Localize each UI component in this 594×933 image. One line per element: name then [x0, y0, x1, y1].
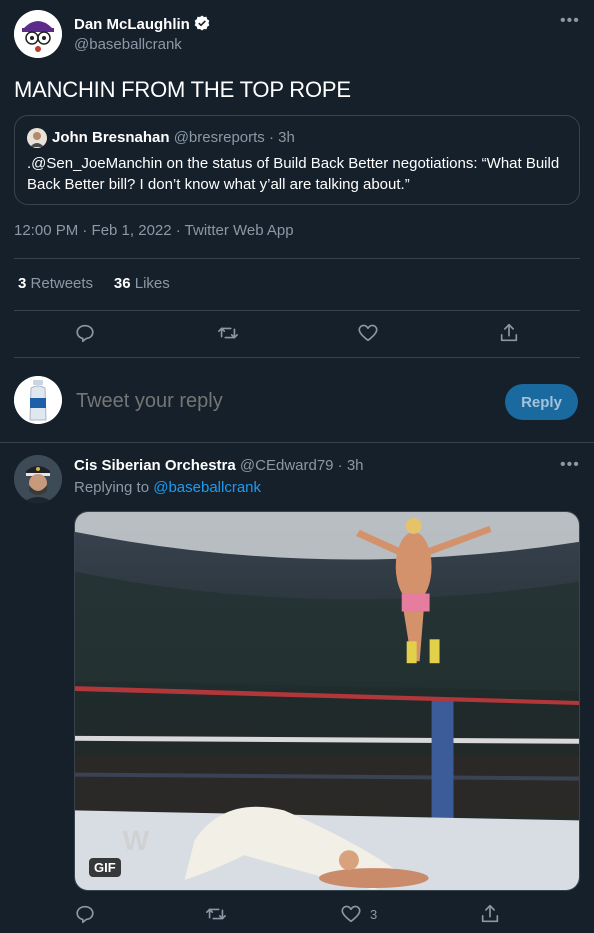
likes-stat[interactable]: 36 Likes [114, 275, 170, 292]
tweet-stats: 3 Retweets 36 Likes [18, 275, 170, 292]
replying-to-label: Replying to [74, 479, 150, 496]
reply-icon[interactable] [74, 903, 96, 925]
replying-to: Replying to @baseballcrank [74, 479, 261, 496]
retweets-stat[interactable]: 3 Retweets [18, 275, 93, 292]
author-avatar[interactable] [14, 10, 62, 58]
retweet-icon[interactable] [217, 322, 239, 344]
reply-button[interactable]: Reply [505, 384, 578, 420]
reply-author[interactable]: Cis Siberian Orchestra @CEdward79 · 3h [74, 457, 364, 474]
retweets-label: Retweets [30, 275, 94, 292]
likes-label: Likes [134, 275, 170, 292]
quoted-tweet[interactable]: John Bresnahan @bresreports · 3h .@Sen_J… [14, 115, 580, 205]
gif-media[interactable]: W GIF [74, 511, 580, 891]
reply-author-meta: @CEdward79 · 3h [239, 457, 364, 474]
reply-input[interactable] [76, 390, 476, 413]
retweets-count: 3 [18, 275, 27, 292]
reply-author-avatar[interactable] [14, 455, 62, 503]
like-icon[interactable] [357, 322, 379, 344]
tweet-text: MANCHIN FROM THE TOP ROPE [14, 77, 351, 102]
retweet-icon[interactable] [205, 903, 227, 925]
verified-badge-icon [194, 15, 210, 31]
quoted-author-name: John Bresnahan [52, 129, 170, 146]
quoted-author-meta: @bresreports · 3h [173, 129, 295, 146]
quoted-author-avatar [27, 128, 47, 148]
divider [14, 357, 580, 358]
reply-author-name: Cis Siberian Orchestra [74, 457, 236, 474]
like-icon[interactable] [340, 903, 362, 925]
share-icon[interactable] [479, 903, 501, 925]
author-handle[interactable]: @baseballcrank [74, 36, 182, 53]
more-options-icon[interactable]: ••• [560, 12, 580, 30]
reply-like-count: 3 [370, 907, 378, 922]
reply-icon[interactable] [74, 322, 96, 344]
gif-badge: GIF [89, 858, 121, 877]
more-options-icon[interactable]: ••• [560, 456, 580, 474]
quoted-author: John Bresnahan @bresreports · 3h [52, 129, 295, 146]
likes-count: 36 [113, 275, 131, 292]
author-name[interactable]: Dan McLaughlin [74, 15, 210, 33]
share-icon[interactable] [498, 322, 520, 344]
replying-to-handle[interactable]: @baseballcrank [153, 479, 261, 496]
svg-text:W: W [123, 825, 150, 856]
own-avatar[interactable] [14, 376, 62, 424]
author-name-text: Dan McLaughlin [74, 16, 190, 33]
quoted-tweet-text: .@Sen_JoeManchin on the status of Build … [27, 155, 560, 193]
divider [14, 310, 580, 311]
wrestling-gif-image: W [75, 512, 579, 890]
divider [14, 258, 580, 259]
divider [0, 442, 594, 443]
tweet-timestamp[interactable]: 12:00 PM · Feb 1, 2022 · Twitter Web App [14, 222, 294, 239]
